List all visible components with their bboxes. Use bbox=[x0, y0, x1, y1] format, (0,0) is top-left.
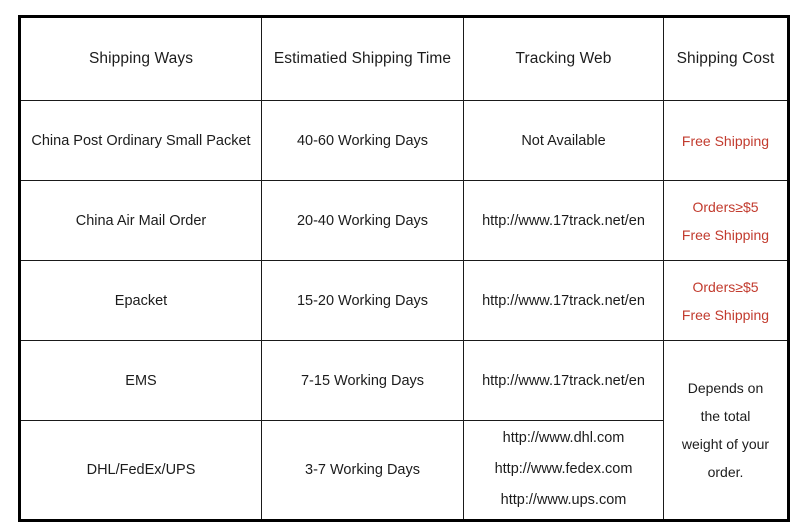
cell-shipping-time: 3-7 Working Days bbox=[261, 420, 464, 521]
cell-shipping-cost: Free Shipping bbox=[663, 100, 789, 181]
cost-line: Free Shipping bbox=[681, 306, 770, 323]
tracking-url-line: http://www.fedex.com bbox=[494, 461, 633, 478]
cell-shipping-way: China Air Mail Order bbox=[19, 180, 262, 261]
page-root: Shipping Ways Estimatied Shipping Time T… bbox=[0, 0, 805, 522]
cell-shipping-cost: Orders≥$5 Free Shipping bbox=[663, 260, 789, 341]
table-row: China Air Mail Order 20-40 Working Days … bbox=[19, 180, 789, 261]
shipping-table-container: Shipping Ways Estimatied Shipping Time T… bbox=[18, 15, 790, 522]
cell-shipping-way: EMS bbox=[19, 340, 262, 421]
table-header: Shipping Ways Estimatied Shipping Time T… bbox=[19, 16, 789, 101]
cell-shipping-way: China Post Ordinary Small Packet bbox=[19, 100, 262, 181]
cell-tracking-web: http://www.17track.net/en bbox=[463, 180, 664, 261]
cell-shipping-cost: Orders≥$5 Free Shipping bbox=[663, 180, 789, 261]
table-body: China Post Ordinary Small Packet 40-60 W… bbox=[19, 100, 789, 521]
cost-line: Depends on bbox=[687, 379, 764, 396]
cell-tracking-web: http://www.17track.net/en bbox=[463, 340, 664, 421]
table-row: EMS 7-15 Working Days http://www.17track… bbox=[19, 340, 789, 521]
cell-shipping-time: 40-60 Working Days bbox=[261, 100, 464, 181]
table-header-row: Shipping Ways Estimatied Shipping Time T… bbox=[19, 16, 789, 101]
tracking-url-line: http://www.dhl.com bbox=[502, 430, 625, 446]
cost-line: order. bbox=[707, 463, 744, 480]
cell-shipping-time: 15-20 Working Days bbox=[261, 260, 464, 341]
cell-shipping-cost-merged: Depends on the total weight of your orde… bbox=[663, 340, 789, 521]
cell-tracking-web-multi: http://www.dhl.com http://www.fedex.com … bbox=[463, 420, 664, 521]
column-header-shipping-ways: Shipping Ways bbox=[19, 16, 262, 101]
tracking-url-line: http://www.ups.com bbox=[500, 492, 627, 509]
table-row: China Post Ordinary Small Packet 40-60 W… bbox=[19, 100, 789, 181]
cost-line: Orders≥$5 bbox=[692, 198, 759, 215]
column-header-estimated-shipping-time: Estimatied Shipping Time bbox=[261, 16, 464, 101]
cost-line: Free Shipping bbox=[681, 132, 770, 149]
table-row: Epacket 15-20 Working Days http://www.17… bbox=[19, 260, 789, 341]
cell-tracking-web: http://www.17track.net/en bbox=[463, 260, 664, 341]
cell-tracking-web: Not Available bbox=[463, 100, 664, 181]
cost-line: Orders≥$5 bbox=[692, 278, 759, 295]
shipping-information-table: Shipping Ways Estimatied Shipping Time T… bbox=[18, 15, 790, 522]
cell-shipping-way: Epacket bbox=[19, 260, 262, 341]
cost-line: Free Shipping bbox=[681, 226, 770, 243]
cell-shipping-way: DHL/FedEx/UPS bbox=[19, 420, 262, 521]
cell-shipping-time: 7-15 Working Days bbox=[261, 340, 464, 421]
cell-shipping-time: 20-40 Working Days bbox=[261, 180, 464, 261]
cost-line: weight of your bbox=[681, 435, 770, 452]
column-header-tracking-web: Tracking Web bbox=[463, 16, 664, 101]
cost-line: the total bbox=[700, 407, 751, 424]
column-header-shipping-cost: Shipping Cost bbox=[663, 16, 789, 101]
